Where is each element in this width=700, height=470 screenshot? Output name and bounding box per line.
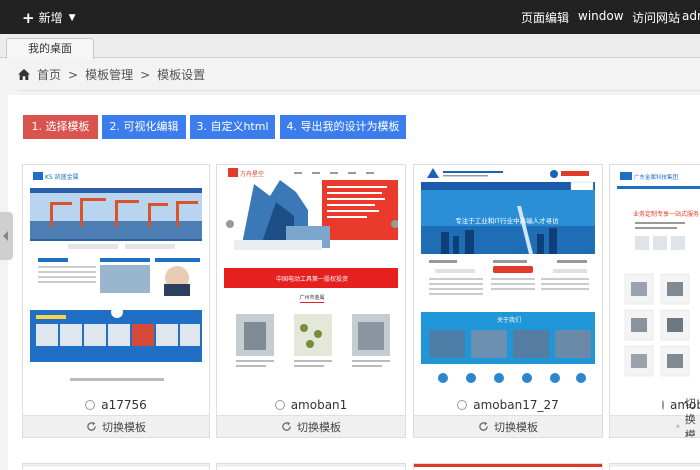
nav-visit-site[interactable]: 访问网站 (632, 9, 680, 26)
template-name: a17756 (101, 398, 147, 412)
template-section-title: 关于我们 (497, 316, 521, 324)
template-preview-image: 广东金属科技集团 业务定制专享一站式服务 (617, 166, 700, 391)
template-brand-text: KS 凯盛金属 (45, 173, 79, 181)
template-card[interactable]: 广东金属科技集团 业务定制专享一站式服务 amob (609, 164, 700, 438)
breadcrumb: 首页 > 模板管理 > 模板设置 (18, 66, 205, 83)
step-visual-edit-button[interactable]: 2. 可视化编辑 (102, 115, 186, 139)
top-navbar: + 新增 ▼ 页面编辑 window 访问网站 adm (0, 0, 700, 34)
template-card[interactable]: 方舟星空 中国电动工具第一股权投资 广州市金属 amoban1 切换模板 (216, 164, 406, 438)
template-radio[interactable] (662, 400, 664, 410)
template-name: amoban1 (290, 398, 348, 412)
template-slogan-text: 专注于工业和IT行业中高端人才寻访 (455, 216, 559, 225)
divider (18, 90, 700, 91)
nav-page-edit[interactable]: 页面编辑 (521, 9, 569, 26)
breadcrumb-separator: > (140, 67, 151, 82)
switch-template-button[interactable]: 切换模板 (610, 397, 700, 437)
template-brand-text: 方舟星空 (240, 170, 264, 178)
nav-window[interactable]: window (578, 9, 624, 23)
switch-template-label: 切换模板 (102, 420, 146, 434)
tab-my-desktop[interactable]: 我的桌面 (6, 38, 94, 59)
template-radio[interactable] (274, 400, 285, 410)
refresh-icon (676, 424, 680, 428)
breadcrumb-template-manage[interactable]: 模板管理 (85, 66, 133, 83)
step-custom-html-button[interactable]: 3. 自定义html (190, 115, 275, 139)
template-card-next-row[interactable] (216, 463, 406, 470)
switch-template-button[interactable]: 切换模板 (23, 415, 209, 437)
refresh-icon (87, 421, 96, 431)
template-radio[interactable] (457, 400, 468, 410)
plus-icon: + (22, 8, 35, 27)
template-card-next-row[interactable] (413, 463, 603, 470)
template-card[interactable]: KS 凯盛金属 a17756 切换模板 (22, 164, 210, 438)
switch-template-button[interactable]: 切换模板 (217, 415, 405, 437)
template-brand-text: 广东金属科技集团 (634, 173, 679, 181)
new-menu-button[interactable]: + 新增 ▼ (22, 9, 76, 26)
nav-admin[interactable]: adm (682, 9, 700, 23)
switch-template-label: 切换模板 (684, 396, 696, 438)
switch-template-label: 切换模板 (494, 420, 538, 434)
template-preview-image: 方舟星空 中国电动工具第一股权投资 广州市金属 (224, 166, 398, 391)
refresh-icon (479, 421, 488, 431)
breadcrumb-template-settings: 模板设置 (157, 68, 206, 82)
switch-template-label: 切换模板 (297, 420, 341, 434)
new-menu-label: 新增 (38, 11, 63, 25)
template-preview-image: 专注于工业和IT行业中高端人才寻访 关于我们 (421, 166, 595, 391)
template-banner-text: 中国电动工具第一股权投资 (276, 275, 348, 283)
breadcrumb-separator: > (68, 67, 79, 82)
chevron-down-icon: ▼ (68, 12, 76, 23)
template-name: amoban17_27 (473, 398, 559, 412)
step-export-template-button[interactable]: 4. 导出我的设计为模板 (280, 115, 406, 139)
template-name-row: amoban17_27 (414, 395, 602, 415)
template-card-next-row[interactable] (22, 463, 210, 470)
refresh-icon (282, 421, 291, 431)
template-headline-text: 业务定制专享一站式服务 (633, 210, 699, 218)
template-name-row: a17756 (23, 395, 209, 415)
collapse-sidebar-handle[interactable] (0, 212, 13, 260)
tab-strip: 我的桌面 (0, 34, 700, 59)
home-icon (18, 69, 30, 80)
breadcrumb-home[interactable]: 首页 (37, 66, 61, 83)
template-preview-image: KS 凯盛金属 (30, 166, 202, 391)
switch-template-button[interactable]: 切换模板 (414, 415, 602, 437)
step-select-template-button[interactable]: 1. 选择模板 (23, 115, 98, 139)
template-name-row: amoban1 (217, 395, 405, 415)
template-section-title: 广州市金属 (299, 294, 324, 301)
template-card[interactable]: 专注于工业和IT行业中高端人才寻访 关于我们 amoban17_27 切换模板 (413, 164, 603, 438)
template-card-next-row[interactable] (609, 463, 700, 470)
template-radio[interactable] (85, 400, 96, 410)
